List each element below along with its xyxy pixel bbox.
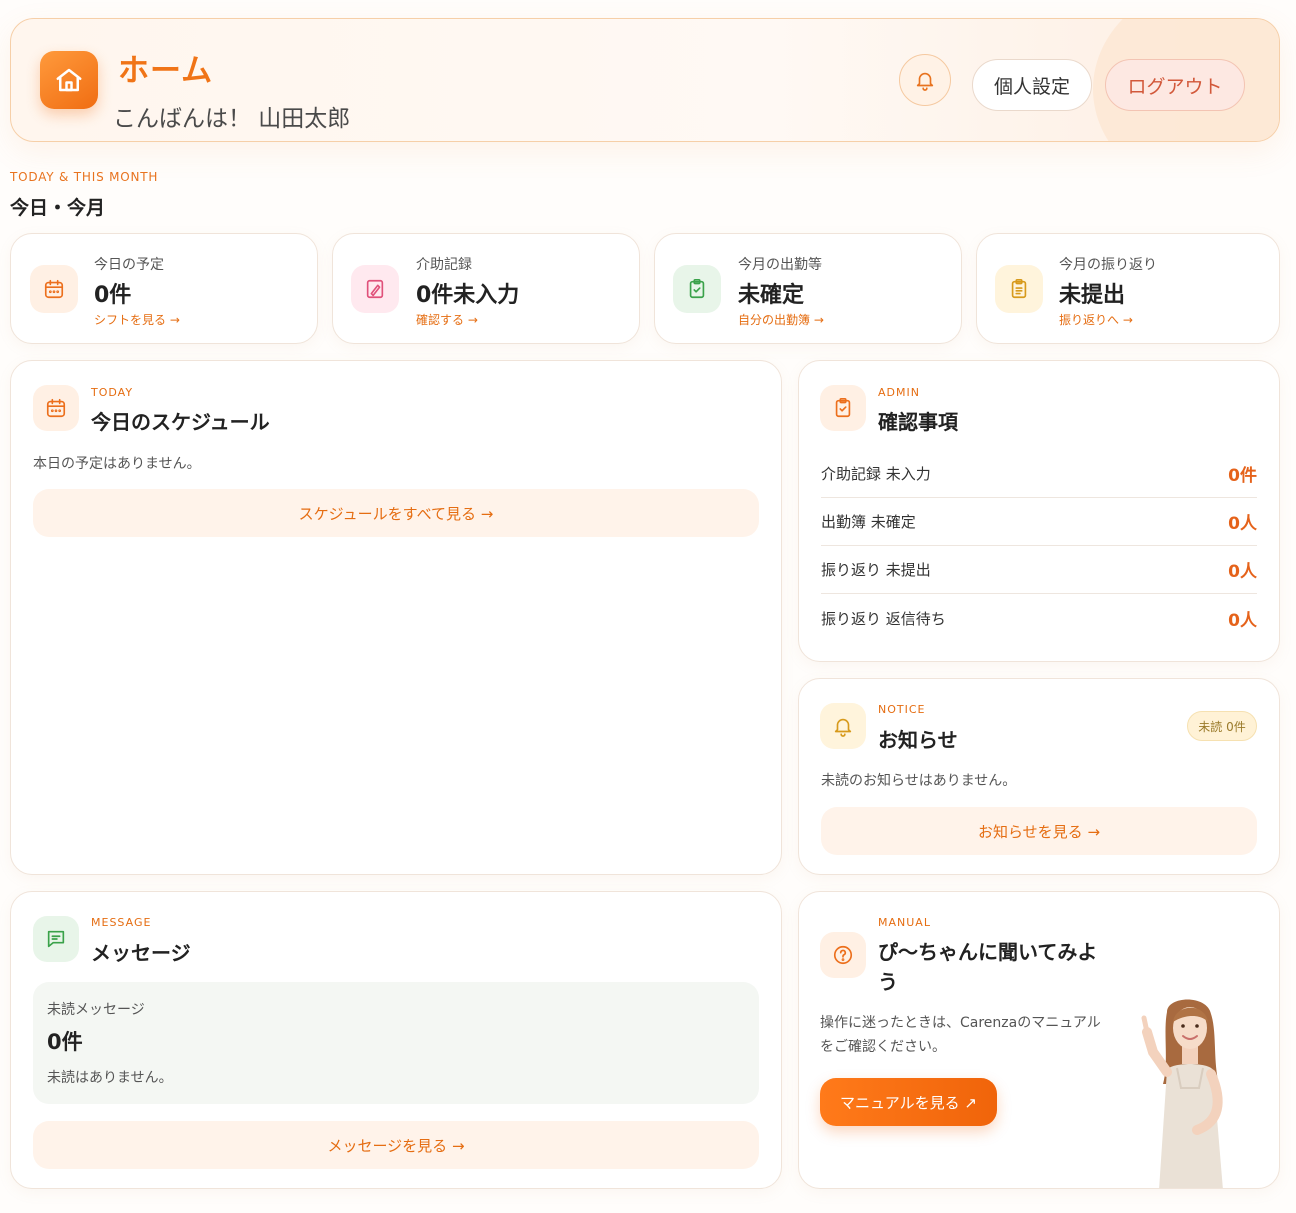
unread-label: 未読メッセージ [47,1002,145,1018]
admin-row-value: 0件 [1228,466,1257,486]
empty-message: 未読のお知らせはありません。 [821,773,1017,789]
calendar-icon [30,265,78,313]
card-title: 確認事項 [878,410,958,434]
schedule-card: TODAY 今日のスケジュール 本日の予定はありません。 スケジュールをすべて見… [10,360,782,875]
card-eyebrow: ADMIN [878,386,920,399]
notification-button[interactable] [899,54,951,106]
calendar-icon [33,385,79,431]
admin-row-label: 振り返り 返信待ち [821,609,946,628]
open-manual-button[interactable]: マニュアルを見る ↗ [820,1078,997,1126]
admin-row-label: 振り返り 未提出 [821,561,931,579]
card-title: お知らせ [878,728,958,752]
bell-icon [820,703,866,749]
page-title: ホーム [118,53,214,89]
card-title-line: ぴ〜ちゃんに聞いてみよ [878,940,1098,964]
clipboard-check-icon [673,265,721,313]
clipboard-list-icon [995,265,1043,313]
manual-description: 操作に迷ったときは、Carenzaのマニュアル をご確認ください。 [820,1011,1101,1059]
edit-note-icon [351,265,399,313]
page-header: ホーム こんばんは！ 山田太郎 個人設定 ログアウト [10,18,1280,142]
unread-badge: 未読 0件 [1187,711,1257,741]
stat-value: 0件 [94,283,132,308]
stat-value: 未提出 [1059,283,1126,308]
stat-label: 今月の出勤等 [738,257,822,273]
admin-row-label: 介助記録 未入力 [821,465,931,483]
stat-card-attendance[interactable]: 今月の出勤等 未確定 自分の出勤簿 → [654,233,962,344]
home-icon [40,51,98,109]
card-eyebrow: NOTICE [878,703,926,716]
unread-count: 0件 [47,1030,83,1054]
admin-row-value: 0人 [1228,562,1257,582]
view-all-schedule-button[interactable]: スケジュールをすべて見る → [33,489,759,537]
clipboard-check-icon [820,385,866,431]
admin-row[interactable]: 出勤簿 未確定 0人 [821,498,1257,546]
admin-row[interactable]: 振り返り 返信待ち 0人 [821,594,1257,642]
card-title-line: う [878,970,898,994]
stat-card-care-record[interactable]: 介助記録 0件未入力 確認する → [332,233,640,344]
stat-label: 今日の予定 [94,257,164,273]
unread-note: 未読はありません。 [47,1070,173,1086]
stat-link[interactable]: シフトを見る → [94,311,180,328]
admin-card: ADMIN 確認事項 介助記録 未入力 0件 出勤簿 未確定 0人 振り返り 未… [798,360,1280,662]
view-notices-button[interactable]: お知らせを見る → [821,807,1257,855]
card-title: ぴ〜ちゃんに聞いてみよ う [878,937,1097,997]
stat-value: 未確定 [738,283,805,308]
card-title: 今日のスケジュール [91,410,270,434]
stat-value: 0件未入力 [416,283,520,308]
settings-button[interactable]: 個人設定 [972,59,1092,111]
stat-card-reflection[interactable]: 今月の振り返り 未提出 振り返りへ → [976,233,1280,344]
bell-icon [914,69,936,91]
manual-description-line: 操作に迷ったときは、Carenzaのマニュアル [820,1015,1101,1031]
notice-card: NOTICE お知らせ 未読 0件 未読のお知らせはありません。 お知らせを見る… [798,678,1280,875]
view-messages-button[interactable]: メッセージを見る → [33,1121,759,1169]
greeting-text: こんばんは！ 山田太郎 [113,106,351,132]
card-eyebrow: MESSAGE [91,916,152,929]
stat-label: 介助記録 [416,257,472,273]
guide-woman-illustration [1141,999,1223,1188]
manual-card: MANUAL ぴ〜ちゃんに聞いてみよ う 操作に迷ったときは、Carenzaのマ… [798,891,1280,1189]
logout-button[interactable]: ログアウト [1105,59,1245,111]
admin-row-label: 出勤簿 未確定 [821,513,916,531]
stat-label: 今月の振り返り [1059,257,1157,273]
admin-row[interactable]: 介助記録 未入力 0件 [821,450,1257,498]
card-eyebrow: TODAY [91,386,134,399]
stat-link[interactable]: 自分の出勤簿 → [738,311,824,328]
message-card: MESSAGE メッセージ 未読メッセージ 0件 未読はありません。 メッセージ… [10,891,782,1189]
section-title: 今日・今月 [10,197,106,219]
chat-icon [33,916,79,962]
admin-row-value: 0人 [1228,514,1257,534]
help-icon [820,932,866,978]
card-eyebrow: MANUAL [878,916,931,929]
admin-row[interactable]: 振り返り 未提出 0人 [821,546,1257,594]
stat-link[interactable]: 確認する → [416,311,478,328]
stat-link[interactable]: 振り返りへ → [1059,311,1133,328]
manual-description-line: をご確認ください。 [820,1039,946,1055]
admin-row-value: 0人 [1228,610,1257,631]
unread-messages-box: 未読メッセージ 0件 未読はありません。 [33,982,759,1104]
card-title: メッセージ [91,941,191,965]
section-eyebrow: TODAY & THIS MONTH [10,170,159,184]
stat-card-schedule[interactable]: 今日の予定 0件 シフトを見る → [10,233,318,344]
empty-message: 本日の予定はありません。 [33,456,201,472]
